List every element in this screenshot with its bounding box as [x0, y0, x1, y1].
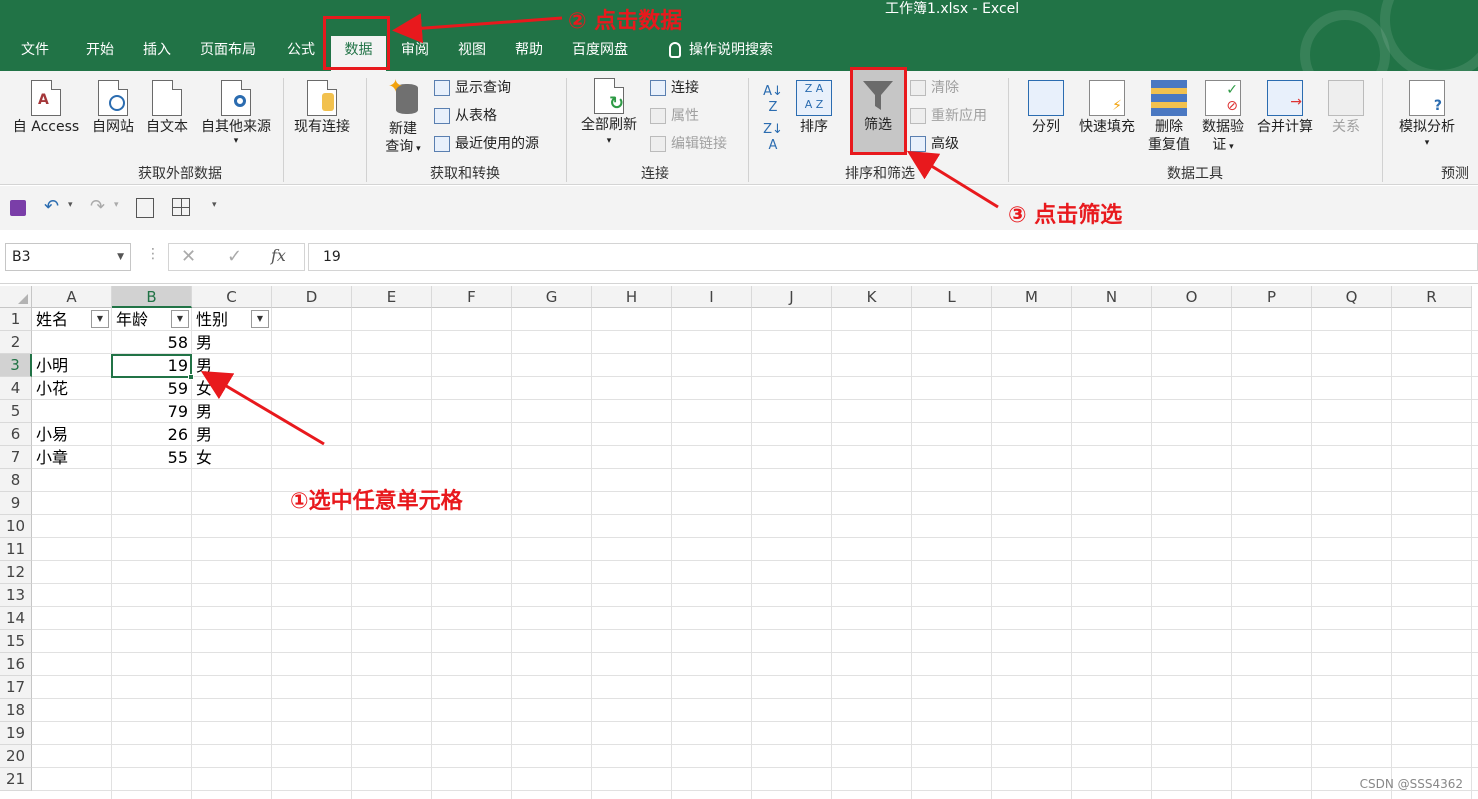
annotation-arrows: [200, 13, 999, 446]
arrow-to-cell: [200, 370, 325, 446]
annotation-step1: ①选中任意单元格: [290, 489, 463, 514]
watermark: CSDN @SSS4362: [1359, 777, 1463, 791]
arrow-to-filter: [906, 150, 999, 209]
arrow-to-data-tab: [392, 13, 563, 44]
annotation-step2: ② 点击数据: [568, 9, 683, 34]
annotation-step3: ③ 点击筛选: [1008, 203, 1123, 228]
